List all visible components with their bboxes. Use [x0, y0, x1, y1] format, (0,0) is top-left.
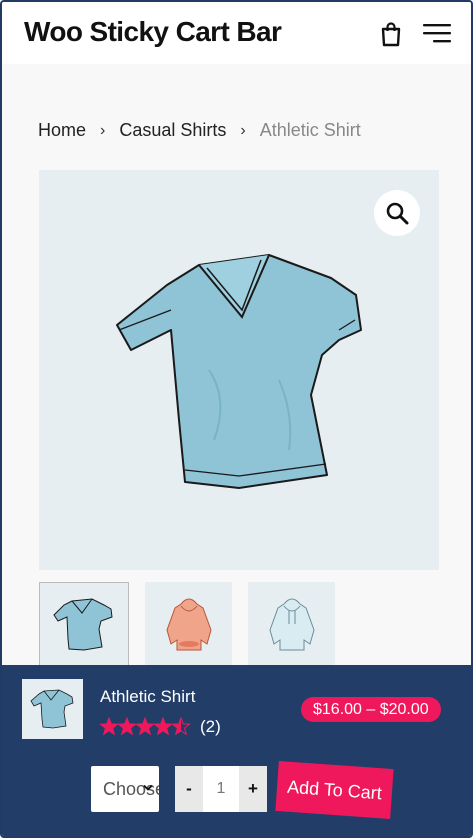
hamburger-menu-icon[interactable] — [422, 22, 452, 44]
breadcrumb: Home › Casual Shirts › Athletic Shirt — [38, 120, 361, 141]
thumbnail-light-blue-hoodie[interactable] — [248, 582, 335, 666]
page-frame: Woo Sticky Cart Bar Home › Casual Shirts… — [0, 0, 473, 838]
star-rating-icons — [100, 717, 191, 736]
zoom-button[interactable] — [374, 190, 420, 236]
blue-tshirt-image — [116, 254, 362, 489]
quantity-stepper: - 1 + — [175, 766, 267, 812]
gallery-thumbnails — [39, 582, 335, 666]
product-main-image[interactable] — [39, 170, 439, 570]
sticky-product-thumbnail — [22, 679, 83, 739]
quantity-increase-button[interactable]: + — [239, 766, 267, 812]
magnifier-icon — [386, 202, 409, 225]
shopping-bag-icon[interactable] — [379, 21, 403, 47]
star-rating: (2) — [100, 717, 221, 737]
star-icon — [117, 717, 137, 736]
breadcrumb-category-link[interactable]: Casual Shirts — [119, 120, 226, 141]
site-header: Woo Sticky Cart Bar — [2, 2, 471, 64]
thumbnail-blue-tshirt[interactable] — [39, 582, 129, 666]
chevron-right-icon: › — [240, 121, 246, 139]
sticky-cart-bar: Athletic Shirt (2) $16.00 – $20.00 Choos… — [2, 665, 471, 836]
price-badge: $16.00 – $20.00 — [301, 697, 441, 722]
star-icon — [135, 717, 155, 736]
add-to-cart-button[interactable]: Add To Cart — [275, 761, 394, 819]
variation-select[interactable]: Choose an option — [91, 766, 159, 812]
quantity-input[interactable]: 1 — [203, 766, 239, 812]
site-title[interactable]: Woo Sticky Cart Bar — [24, 16, 282, 48]
breadcrumb-current: Athletic Shirt — [259, 120, 361, 140]
sticky-product-title: Athletic Shirt — [100, 687, 196, 706]
star-icon — [171, 717, 191, 736]
chevron-right-icon: › — [100, 121, 106, 139]
chevron-down-icon — [143, 784, 153, 791]
star-icon — [153, 717, 173, 736]
star-icon — [100, 717, 119, 736]
breadcrumb-home-link[interactable]: Home — [38, 120, 86, 141]
quantity-decrease-button[interactable]: - — [175, 766, 203, 812]
thumbnail-pink-hoodie[interactable] — [145, 582, 232, 666]
review-count[interactable]: (2) — [200, 717, 221, 737]
